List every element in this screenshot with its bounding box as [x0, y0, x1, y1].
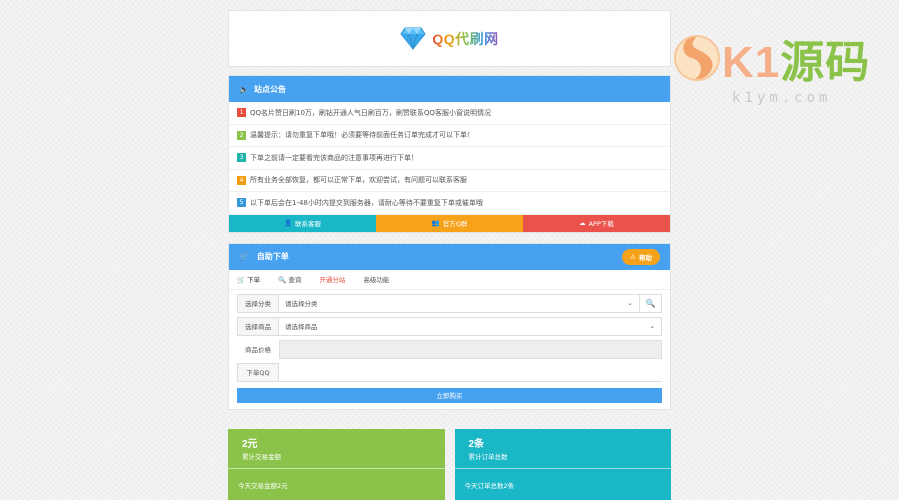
tab-order[interactable]: 🛒 下单 — [237, 274, 260, 284]
product-label: 选择商品 — [237, 316, 279, 336]
order-title-wrap: 🛒 自助下单 — [239, 251, 289, 262]
order-title: 自助下单 — [256, 252, 289, 261]
app-download-label: APP下载 — [588, 220, 614, 228]
notice-text: 下单之前请一定要看完该商品的注意事项再进行下单！ — [250, 153, 418, 162]
notice-item: 3 下单之前请一定要看完该商品的注意事项再进行下单！ — [229, 147, 670, 170]
main-column: QQ代刷网 🔈 站点公告 1 QQ名片赞日刷10万，刷钻开通人气日刷百万，刷赞联… — [228, 10, 671, 410]
watermark-logo-icon — [672, 28, 722, 90]
notice-item: 1 QQ名片赞日刷10万，刷钻开通人气日刷百万，刷赞联系QQ客服小窗说明情况 — [229, 102, 670, 125]
site-header: QQ代刷网 — [228, 10, 671, 67]
order-form: 选择分类 请选择分类 ⌄ 🔍 选择商品 请选择商品 ⌄ 商品价格 下单QQ 立即… — [229, 290, 670, 409]
category-select[interactable]: 请选择分类 ⌄ — [279, 293, 640, 313]
contact-support-button[interactable]: 👤 联系客服 — [229, 214, 376, 232]
app-download-button[interactable]: ☁ APP下载 — [523, 214, 670, 232]
notice-number-badge: 4 — [237, 175, 246, 185]
official-group-button[interactable]: 👥 官方Q群 — [376, 214, 523, 232]
watermark-brand-cn: 源码 — [780, 38, 871, 87]
search-icon: 🔍 — [645, 298, 656, 308]
tab-open-substation[interactable]: 开通分站 — [319, 274, 345, 284]
price-label: 商品价格 — [245, 346, 271, 354]
product-select[interactable]: 请选择商品 ⌄ — [279, 316, 662, 336]
watermark-domain: k1ym.com — [732, 90, 832, 106]
notice-item: 4 所有业务全部恢复，都可以正常下单，欢迎尝试，有问题可以联系客服 — [229, 170, 670, 192]
notice-panel: 🔈 站点公告 1 QQ名片赞日刷10万，刷钻开通人气日刷百万，刷赞联系QQ客服小… — [228, 75, 671, 233]
category-value: 请选择分类 — [285, 300, 318, 308]
stat-orders-top: 2条 累计订单总数 — [455, 429, 672, 468]
cart-icon: 🛒 — [239, 252, 249, 261]
notice-header: 🔈 站点公告 — [229, 76, 670, 102]
watermark-brand: K1源码 — [722, 26, 870, 90]
stats-area: 2元 累计交易金额 今天交易金额2元 2条 累计订单总数 今天订单总数2条 — [228, 429, 671, 500]
watermark: K1源码 k1ym.com — [672, 22, 899, 112]
diamond-logo-icon — [400, 26, 426, 52]
notice-action-buttons: 👤 联系客服 👥 官方Q群 ☁ APP下载 — [229, 214, 670, 232]
notice-number-badge: 2 — [237, 130, 246, 140]
official-group-label: 官方Q群 — [442, 220, 468, 228]
tab-advanced[interactable]: 高级功能 — [363, 274, 389, 284]
stat-orders-foot: 今天订单总数2条 — [454, 468, 671, 500]
order-panel: 🛒 自助下单 ⚠ 帮助 🛒 下单 🔍 查询 开通分站 高级功能 选择分类 请选择… — [228, 242, 671, 410]
price-row: 商品价格 — [237, 339, 662, 359]
stat-orders-value: 2条 — [468, 439, 485, 450]
stat-amount-top: 2元 累计交易金额 — [228, 429, 445, 468]
order-tabs: 🛒 下单 🔍 查询 开通分站 高级功能 — [229, 270, 670, 290]
contact-support-label: 联系客服 — [295, 220, 322, 228]
qq-input[interactable] — [279, 362, 662, 382]
watermark-brand-latin: K1 — [722, 38, 781, 87]
help-label: 帮助 — [639, 253, 652, 262]
notice-number-badge: 3 — [237, 153, 246, 163]
notice-text: 所有业务全部恢复，都可以正常下单，欢迎尝试，有问题可以联系客服 — [250, 176, 467, 185]
cart-small-icon: 🛒 — [237, 276, 246, 284]
category-row: 选择分类 请选择分类 ⌄ 🔍 — [237, 293, 662, 313]
notice-item: 5 以下单后会在1-48小时内提交到服务器，请耐心等待不要重复下单或催单哦 — [229, 192, 670, 215]
warning-icon: ⚠ — [630, 252, 636, 261]
stat-total-amount: 2元 累计交易金额 今天交易金额2元 — [228, 429, 445, 500]
group-icon: 👥 — [431, 219, 440, 227]
submit-button[interactable]: 立即购买 — [237, 387, 662, 403]
notice-item: 2 温馨提示：请勿重复下单哦！必须要等待前面任务订单完成才可以下单！ — [229, 125, 670, 147]
notice-number-badge: 5 — [237, 198, 246, 208]
user-icon: 👤 — [283, 219, 293, 227]
tab-query-label: 查询 — [288, 276, 302, 284]
stat-amount-foot: 今天交易金额2元 — [228, 468, 445, 500]
qq-row: 下单QQ — [237, 362, 662, 382]
notice-text: QQ名片赞日刷10万，刷钻开通人气日刷百万，刷赞联系QQ客服小窗说明情况 — [250, 108, 491, 117]
search-button[interactable]: 🔍 — [640, 293, 662, 313]
stat-amount-value: 2元 — [242, 439, 258, 450]
help-button[interactable]: ⚠ 帮助 — [622, 248, 660, 265]
order-header: 🛒 自助下单 ⚠ 帮助 — [229, 243, 670, 270]
chevron-down-icon: ⌄ — [649, 322, 655, 330]
notice-text: 温馨提示：请勿重复下单哦！必须要等待前面任务订单完成才可以下单！ — [250, 131, 474, 140]
cloud-download-icon: ☁ — [579, 219, 586, 227]
tab-open-substation-label: 开通分站 — [319, 276, 346, 284]
notice-text: 以下单后会在1-48小时内提交到服务器，请耐心等待不要重复下单或催单哦 — [250, 198, 483, 207]
product-value: 请选择商品 — [285, 323, 318, 331]
notice-title: 站点公告 — [253, 84, 286, 94]
search-small-icon: 🔍 — [278, 276, 287, 284]
speaker-icon: 🔈 — [239, 84, 249, 94]
category-label: 选择分类 — [237, 293, 279, 313]
site-title: QQ代刷网 — [432, 30, 499, 47]
price-field — [279, 339, 662, 359]
stat-amount-label: 累计交易金额 — [242, 453, 281, 461]
tab-query[interactable]: 🔍 查询 — [278, 274, 301, 284]
tab-advanced-label: 高级功能 — [363, 276, 390, 284]
notice-number-badge: 1 — [237, 108, 246, 118]
stat-orders-label: 累计订单总数 — [468, 453, 508, 461]
qq-label: 下单QQ — [237, 362, 279, 382]
tab-order-label: 下单 — [247, 276, 261, 284]
notice-list: 1 QQ名片赞日刷10万，刷钻开通人气日刷百万，刷赞联系QQ客服小窗说明情况 2… — [229, 102, 670, 215]
chevron-down-icon: ⌄ — [627, 299, 633, 307]
stat-total-orders: 2条 累计订单总数 今天订单总数2条 — [454, 429, 672, 500]
product-row: 选择商品 请选择商品 ⌄ — [237, 316, 662, 336]
